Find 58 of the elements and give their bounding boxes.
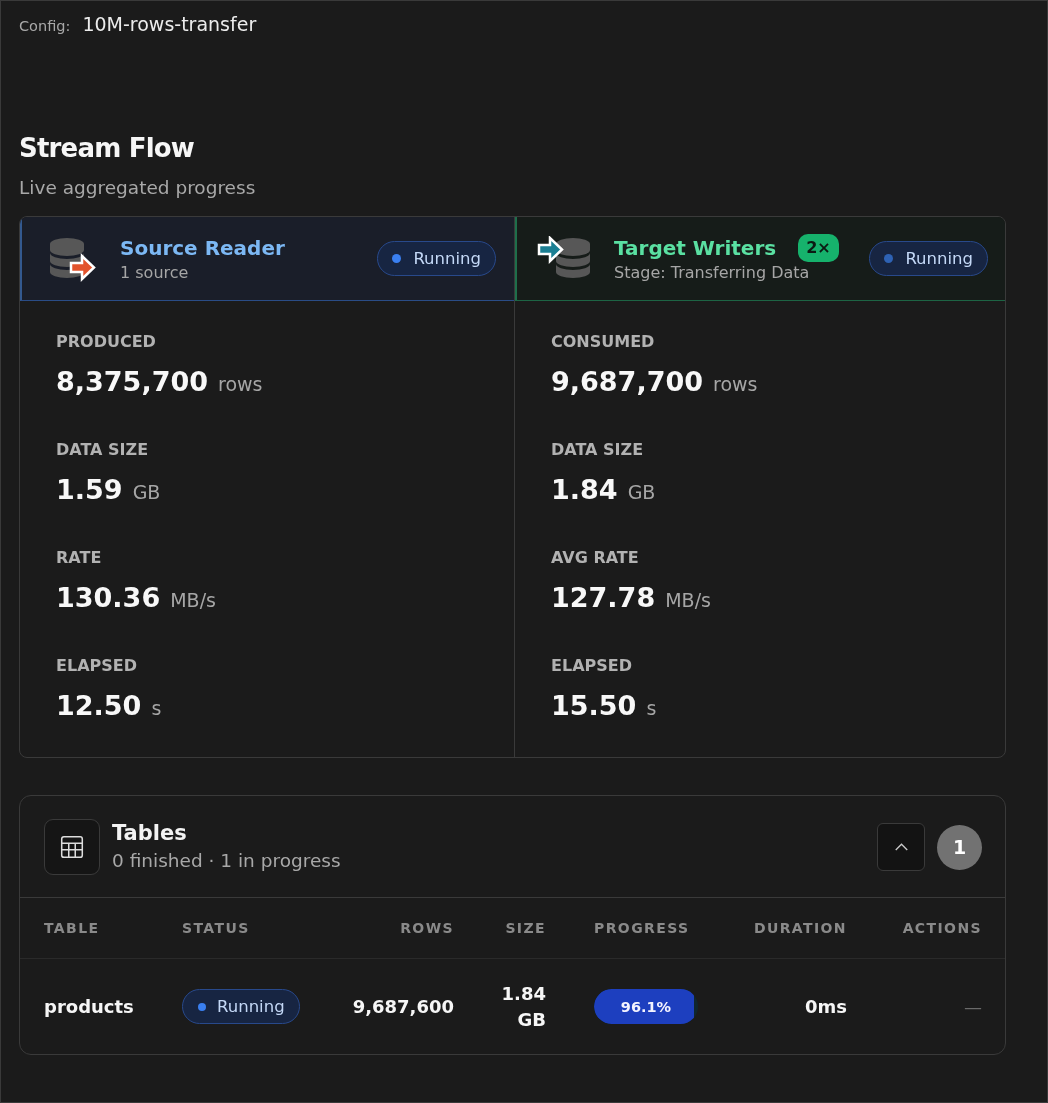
stat-unit: MB/s [170, 589, 216, 611]
table-cell-text: products [44, 994, 134, 1019]
column-header: DURATION [753, 920, 847, 936]
stat-label: PRODUCED [56, 332, 157, 352]
column-header: SIZE [505, 920, 546, 936]
column-header: ROWS [400, 920, 454, 936]
section-title: Stream Flow [19, 132, 196, 165]
stat-label: AVG RATE [551, 548, 640, 568]
stat-label: RATE [56, 548, 103, 568]
stat-unit: s [646, 697, 657, 719]
column-header: PROGRESS [594, 920, 690, 936]
stat-label: DATA SIZE [551, 440, 645, 460]
stat-label: ELAPSED [56, 656, 138, 676]
status-badge: Running [182, 989, 300, 1024]
stat-value: 1.84 [551, 473, 618, 507]
column-header: STATUS [182, 920, 250, 936]
status-badge: Running [377, 241, 496, 276]
caret-up-icon [894, 843, 908, 851]
stat-value: 127.78 [551, 581, 656, 615]
config-label: Config: [19, 18, 71, 34]
section-subtitle: Live aggregated progress [19, 176, 257, 200]
table-cell-text: 1.84 GB [501, 981, 546, 1032]
stat-unit: rows [713, 373, 758, 395]
column-header: TABLE [44, 920, 100, 936]
status-dot-icon [198, 1002, 206, 1011]
stat-value: 1.59 [56, 473, 123, 507]
stat-label: ELAPSED [551, 656, 633, 676]
stat-unit: s [151, 697, 162, 719]
panel-subtitle: 1 source [120, 261, 190, 284]
tables-title: Tables [112, 820, 188, 847]
table-cell-text: 0ms [805, 994, 847, 1019]
stat-label: DATA SIZE [56, 440, 150, 460]
count-badge: 1 [937, 824, 982, 870]
stat-label: CONSUMED [551, 332, 656, 352]
stat-value: 8,375,700 [56, 365, 209, 399]
status-badge: Running [869, 241, 988, 276]
status-dot-icon [884, 254, 894, 263]
column-header: ACTIONS [902, 920, 982, 936]
table-grid-icon [44, 819, 100, 875]
panel-title: Target Writers [614, 234, 777, 262]
table-cell: — [964, 996, 982, 1017]
panel-subtitle: Stage: Transferring Data [614, 261, 811, 284]
stat-value: 15.50 [551, 689, 637, 723]
tables-subtitle: 0 finished · 1 in progress [112, 849, 342, 873]
stat-value: 130.36 [56, 581, 161, 615]
stat-unit: GB [132, 481, 161, 503]
stat-unit: MB/s [665, 589, 711, 611]
config-value: 10M-rows-transfer [82, 13, 257, 35]
stat-unit: GB [627, 481, 656, 503]
table-cell-text: 9,687,600 [352, 994, 454, 1019]
stat-value: 9,687,700 [551, 365, 704, 399]
count-badge: 2× [798, 233, 839, 262]
panel-title: Source Reader [120, 234, 285, 262]
collapse-button[interactable] [877, 823, 925, 871]
progress-label: 96.1% [620, 997, 672, 1017]
stat-value: 12.50 [56, 689, 142, 723]
stat-unit: rows [218, 373, 263, 395]
status-dot-icon [392, 254, 402, 263]
